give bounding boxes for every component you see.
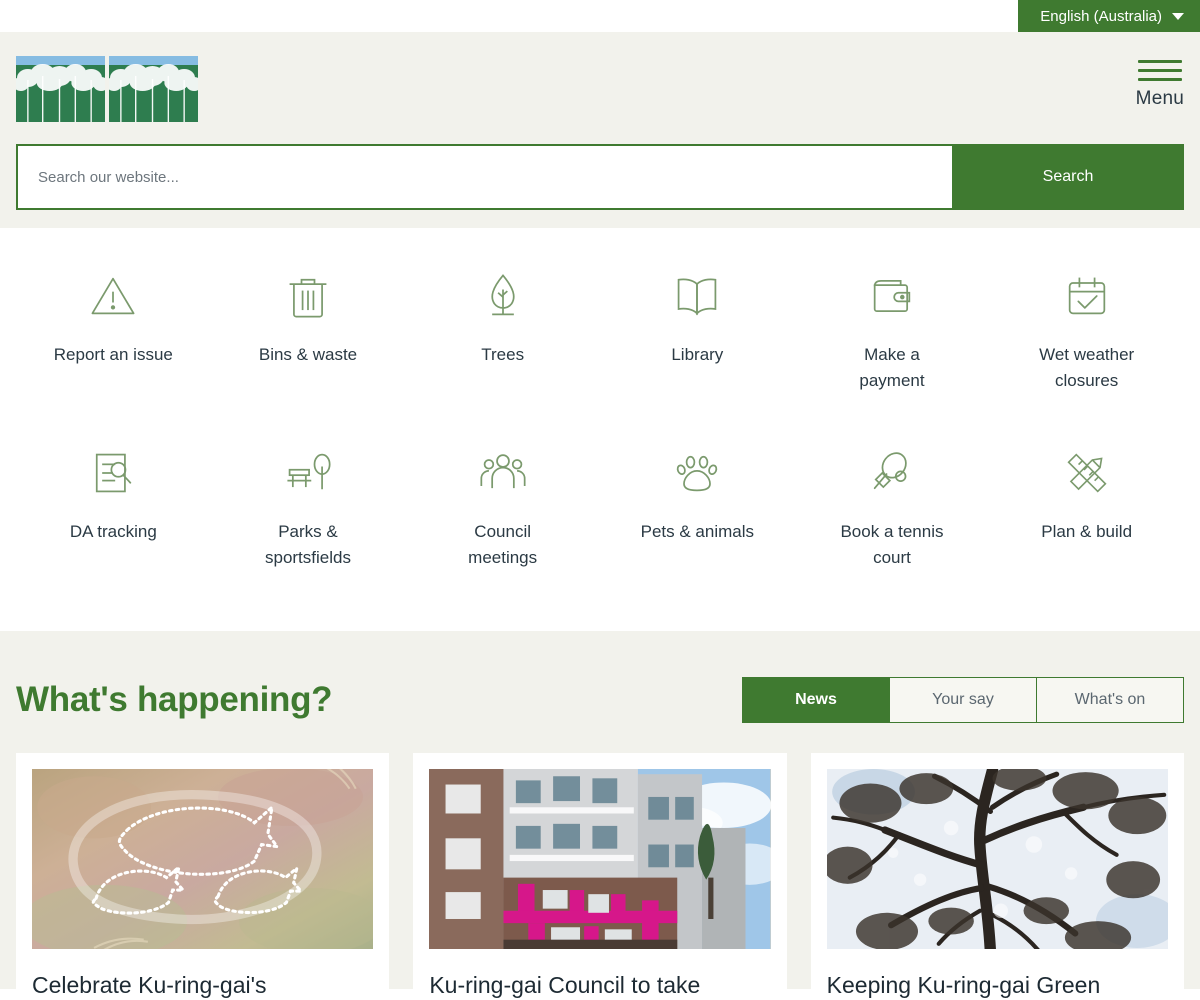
news-tab-group: News Your say What's on: [742, 677, 1184, 724]
news-card[interactable]: Keeping Ku-ring-gai Green: [810, 753, 1184, 1000]
quick-link-report-an-issue[interactable]: Report an issue: [16, 270, 211, 395]
open-book-icon: [671, 270, 723, 322]
paw-print-icon: [671, 447, 723, 499]
menu-button[interactable]: Menu: [1136, 56, 1184, 110]
site-header: Menu Search: [0, 32, 1200, 228]
quick-link-label: Pets & animals: [640, 521, 755, 541]
site-logo[interactable]: [16, 56, 198, 122]
wallet-icon: [866, 270, 918, 322]
quick-link-label: Trees: [481, 345, 525, 364]
quick-link-label: Library: [671, 345, 724, 364]
news-card-title: Keeping Ku-ring-gai Green: [826, 972, 1101, 999]
whats-happening-section: What's happening? News Your say What's o…: [0, 631, 1200, 1000]
language-selector-label: English (Australia): [1040, 7, 1162, 25]
search-button[interactable]: Search: [952, 144, 1184, 210]
quick-link-wet-weather-closures[interactable]: Wet weather closures: [989, 270, 1184, 395]
quick-link-label: Wet weather closures: [1039, 345, 1135, 391]
news-card-title: Ku-ring-gai Council to take: [429, 972, 701, 999]
news-card[interactable]: Ku-ring-gai Council to take: [413, 753, 787, 1000]
news-card-image-tree-canopy: [826, 769, 1168, 950]
page-title: What's happening?: [16, 680, 333, 720]
quick-links-section: Report an issue Bins & waste Trees Libra…: [0, 228, 1200, 632]
quick-link-make-a-payment[interactable]: Make a payment: [795, 270, 990, 395]
news-card-title: Celebrate Ku-ring-gai's: [32, 972, 267, 999]
news-card-image-rock-engraving: [32, 769, 374, 950]
hamburger-icon: [1137, 60, 1182, 81]
document-search-icon: [87, 447, 139, 499]
search-bar: Search: [16, 144, 1184, 210]
quick-link-label: Bins & waste: [258, 345, 358, 364]
quick-link-plan-and-build[interactable]: Plan & build: [989, 447, 1184, 572]
quick-link-trees[interactable]: Trees: [405, 270, 600, 395]
logo-panel-left: [16, 56, 105, 122]
menu-button-label: Menu: [1135, 88, 1184, 109]
quick-link-label: Council meetings: [468, 521, 538, 568]
language-selector[interactable]: English (Australia): [1018, 0, 1200, 32]
quick-link-library[interactable]: Library: [600, 270, 795, 395]
logo-tree-silhouettes: [109, 64, 198, 122]
quick-link-label: DA tracking: [69, 521, 157, 541]
warning-triangle-icon: [87, 270, 139, 322]
tab-your-say[interactable]: Your say: [889, 677, 1037, 724]
logo-tree-silhouettes: [16, 64, 105, 122]
trash-bin-icon: [282, 270, 334, 322]
logo-panel-right: [109, 56, 198, 122]
tennis-racquet-ball-icon: [866, 447, 918, 499]
news-card-image-apartment-buildings: [429, 769, 771, 950]
quick-link-label: Report an issue: [53, 345, 173, 364]
quick-link-bins-and-waste[interactable]: Bins & waste: [211, 270, 406, 395]
top-language-bar: English (Australia): [0, 0, 1200, 32]
whats-happening-header: What's happening? News Your say What's o…: [16, 677, 1184, 724]
tab-news[interactable]: News: [742, 677, 890, 724]
people-group-icon: [477, 447, 529, 499]
chevron-down-icon: [1172, 12, 1184, 20]
ruler-pencil-icon: [1061, 447, 1113, 499]
quick-link-da-tracking[interactable]: DA tracking: [16, 447, 211, 572]
tree-icon: [477, 270, 529, 322]
quick-link-label: Make a payment: [859, 345, 925, 391]
tab-whats-on[interactable]: What's on: [1036, 677, 1184, 724]
quick-link-pets-and-animals[interactable]: Pets & animals: [600, 447, 795, 572]
quick-link-label: Parks & sportsfields: [264, 521, 351, 568]
calendar-check-icon: [1061, 270, 1113, 322]
quick-link-label: Plan & build: [1041, 521, 1133, 541]
news-card-list: Celebrate Ku-ring-gai's Ku-ring-gai Coun…: [16, 753, 1184, 1000]
quick-link-parks-and-sportsfields[interactable]: Parks & sportsfields: [211, 447, 406, 572]
park-bench-tree-icon: [282, 447, 334, 499]
search-input[interactable]: [16, 144, 952, 210]
quick-link-label: Book a tennis court: [840, 521, 944, 568]
news-card[interactable]: Celebrate Ku-ring-gai's: [16, 753, 390, 1000]
quick-link-book-a-tennis-court[interactable]: Book a tennis court: [795, 447, 990, 572]
quick-link-council-meetings[interactable]: Council meetings: [405, 447, 600, 572]
quick-links-grid: Report an issue Bins & waste Trees Libra…: [16, 270, 1184, 571]
